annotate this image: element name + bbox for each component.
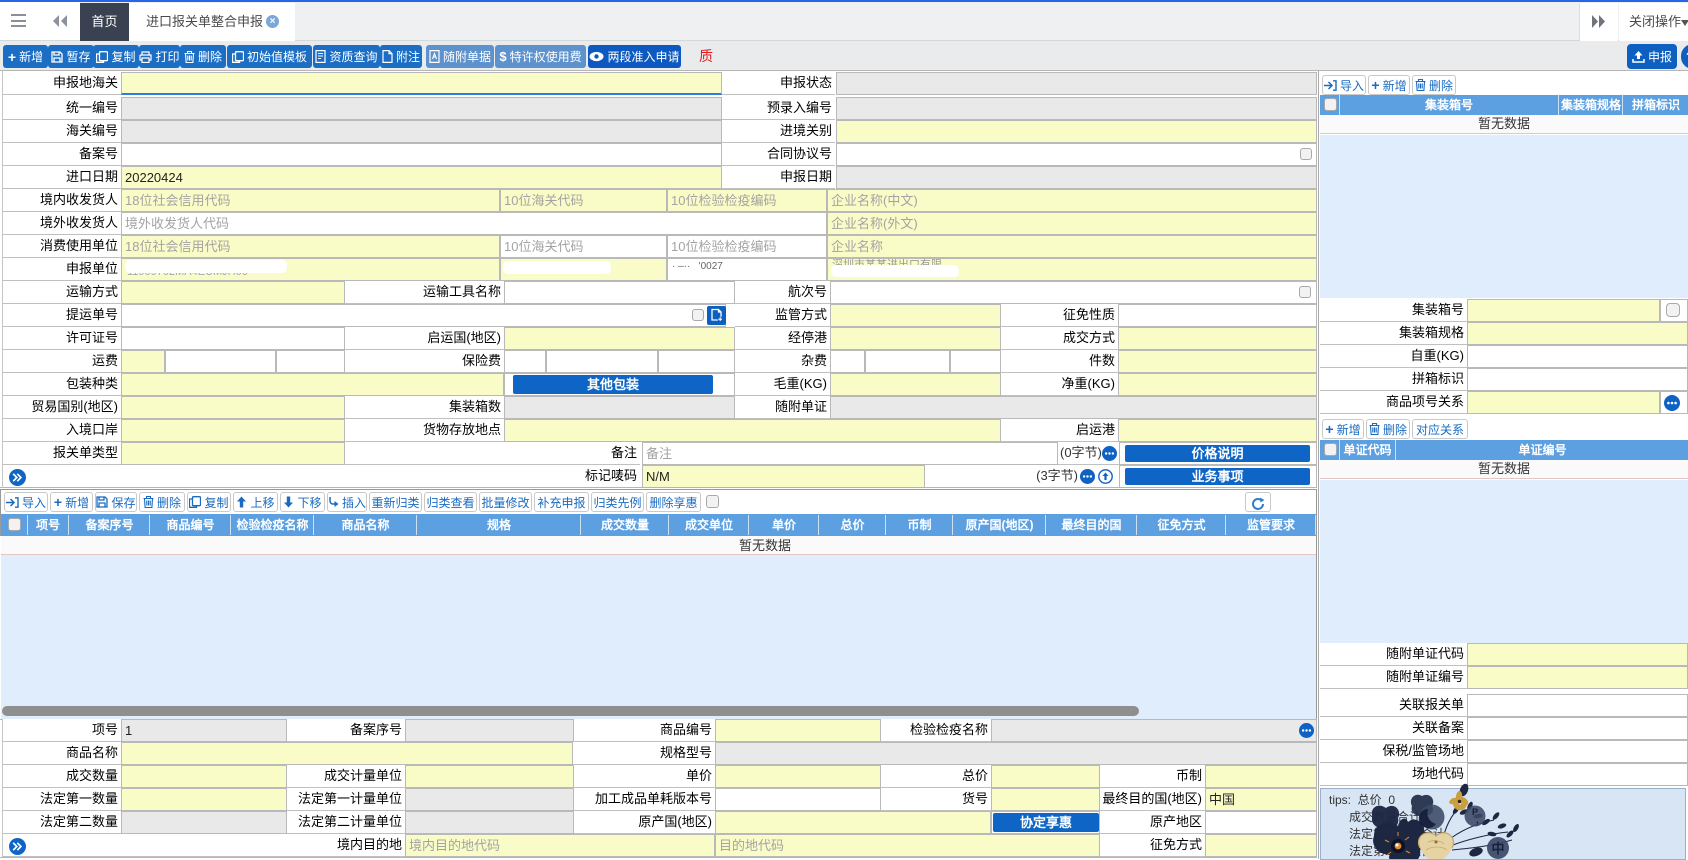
svg-text:中: 中 <box>1491 841 1504 856</box>
svg-text:,: , <box>1476 815 1479 825</box>
